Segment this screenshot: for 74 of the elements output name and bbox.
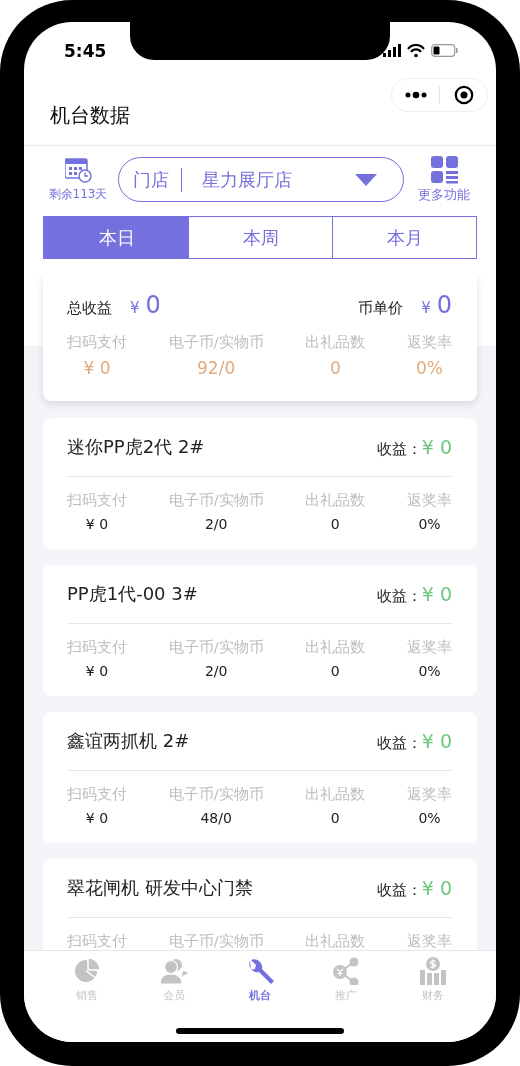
stat-label: 返奖率 bbox=[407, 491, 452, 510]
more-functions-button[interactable]: 更多功能 bbox=[410, 155, 478, 204]
total-value: 0 bbox=[145, 291, 161, 319]
calendar-clock-icon[interactable] bbox=[64, 156, 92, 183]
stat-value: 2/0 bbox=[204, 516, 228, 532]
income-value: ¥ 0 bbox=[421, 729, 452, 752]
share-icon bbox=[332, 957, 361, 985]
stat-label: 出礼品数 bbox=[305, 785, 366, 804]
stat-label: 返奖率 bbox=[407, 638, 452, 657]
total-label: 总收益 bbox=[67, 299, 112, 318]
battery-icon bbox=[431, 44, 458, 57]
stat-label: 出礼品数 bbox=[305, 932, 366, 950]
stat-value: 0% bbox=[418, 663, 441, 679]
stat-value: 0% bbox=[418, 516, 441, 532]
target-icon bbox=[453, 85, 474, 105]
grid-icon bbox=[430, 155, 458, 184]
people-icon bbox=[159, 957, 188, 985]
stat-value: 0 bbox=[330, 516, 340, 532]
tab-bar-item[interactable]: 机台 bbox=[216, 957, 304, 1007]
income-label: 收益： bbox=[376, 439, 422, 459]
stat-label: 电子币/实物币 bbox=[168, 932, 264, 950]
stat-label: 返奖率 bbox=[407, 333, 452, 352]
machine-name: 迷你PP虎2代 2# bbox=[67, 435, 205, 459]
income-value: ¥ 0 bbox=[421, 876, 452, 899]
signal-icon bbox=[383, 44, 401, 57]
stat-value: ¥ 0 bbox=[85, 516, 109, 532]
pie-chart-icon bbox=[73, 957, 102, 985]
stat-label: 扫码支付 bbox=[67, 932, 127, 950]
stat-value: 0% bbox=[416, 358, 443, 378]
stat-value: 0 bbox=[329, 358, 341, 378]
stat-value: 92/0 bbox=[197, 358, 236, 378]
stat-label: 扫码支付 bbox=[67, 638, 127, 657]
stat-label: 电子币/实物币 bbox=[168, 638, 264, 657]
machine-name: 翠花闸机 研发中心门禁 bbox=[67, 876, 253, 900]
stat-value: ¥ 0 bbox=[85, 810, 109, 826]
money-bars-icon bbox=[418, 957, 447, 985]
machine-name: PP虎1代-00 3# bbox=[67, 582, 198, 606]
stat-value: 0% bbox=[418, 810, 441, 826]
stat-value: ¥ 0 bbox=[85, 663, 109, 679]
caret-icon bbox=[355, 173, 377, 186]
status-time: 5:45 bbox=[64, 40, 107, 61]
stat-value: 48/0 bbox=[200, 810, 232, 826]
currency-sign: ¥ bbox=[421, 299, 431, 317]
stat-label: 电子币/实物币 bbox=[168, 333, 264, 352]
stat-value: 0 bbox=[330, 663, 340, 679]
stat-label: 出礼品数 bbox=[305, 333, 366, 352]
coin-price-label: 币单价 bbox=[358, 299, 404, 318]
page-title: 机台数据 bbox=[50, 102, 130, 129]
stat-label: 扫码支付 bbox=[67, 785, 127, 804]
stat-label: 电子币/实物币 bbox=[168, 785, 264, 804]
machine-name: 鑫谊两抓机 2# bbox=[67, 729, 190, 753]
coin-price-value: 0 bbox=[436, 291, 452, 319]
stat-label: 电子币/实物币 bbox=[168, 491, 264, 510]
stat-value: ¥ 0 bbox=[83, 358, 111, 378]
wifi-icon bbox=[407, 44, 425, 57]
store-dropdown[interactable]: 门店 星力展厅店 bbox=[118, 157, 404, 202]
income-value: ¥ 0 bbox=[421, 582, 452, 605]
currency-sign: ¥ bbox=[130, 299, 140, 317]
stat-label: 返奖率 bbox=[407, 932, 452, 950]
income-label: 收益： bbox=[376, 733, 422, 753]
dots-icon bbox=[404, 91, 427, 99]
stat-label: 出礼品数 bbox=[305, 491, 366, 510]
stat-value: 2/0 bbox=[204, 663, 228, 679]
remaining-days: 剩余113天 bbox=[48, 185, 108, 203]
stat-label: 出礼品数 bbox=[305, 638, 366, 657]
stat-value: 0 bbox=[330, 810, 340, 826]
income-label: 收益： bbox=[376, 880, 422, 900]
income-label: 收益： bbox=[376, 586, 422, 606]
income-value: ¥ 0 bbox=[421, 435, 452, 458]
stat-label: 返奖率 bbox=[407, 785, 452, 804]
stat-label: 扫码支付 bbox=[67, 333, 127, 352]
period-tab[interactable]: 本日 bbox=[44, 217, 188, 258]
stat-label: 扫码支付 bbox=[67, 491, 127, 510]
wrench-icon bbox=[246, 957, 274, 985]
